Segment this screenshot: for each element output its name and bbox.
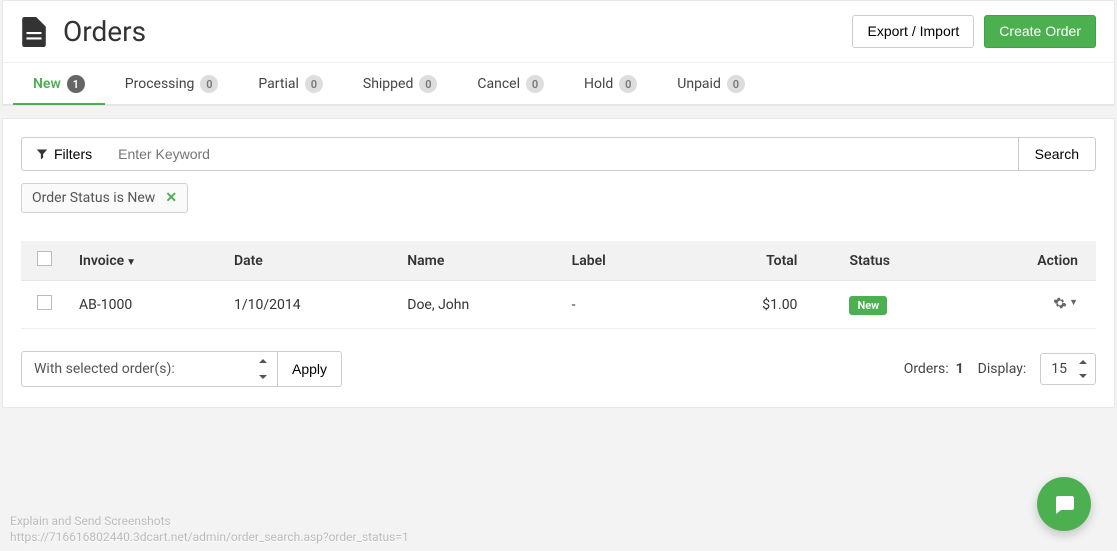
tab-label: Unpaid <box>677 76 721 92</box>
active-filter-chip: Order Status is New ✕ <box>21 183 188 213</box>
tab-count: 0 <box>727 75 745 93</box>
tab-label: Cancel <box>477 76 520 92</box>
apply-button[interactable]: Apply <box>277 351 342 387</box>
tab-label: Hold <box>584 76 613 92</box>
tab-label: Processing <box>125 76 195 92</box>
filters-label: Filters <box>54 146 92 162</box>
col-invoice[interactable]: Invoice▼ <box>67 241 222 281</box>
filter-icon <box>36 148 48 160</box>
tab-partial[interactable]: Partial 0 <box>238 63 342 105</box>
display-count-select[interactable]: 15 <box>1040 353 1096 385</box>
gear-icon <box>1053 296 1067 310</box>
row-actions-menu[interactable]: ▼ <box>1053 296 1078 310</box>
col-date[interactable]: Date <box>222 241 395 281</box>
filter-chip-text: Order Status is New <box>32 190 155 206</box>
tab-processing[interactable]: Processing 0 <box>105 63 239 105</box>
status-badge: New <box>849 296 887 315</box>
cell-name: Doe, John <box>395 281 559 329</box>
search-input[interactable] <box>106 137 1018 171</box>
col-total[interactable]: Total <box>671 241 838 281</box>
status-tabs: New 1 Processing 0 Partial 0 Shipped 0 C… <box>3 63 1114 105</box>
cell-invoice: AB-1000 <box>67 281 222 329</box>
orders-table: Invoice▼ Date Name Label Total Status Ac… <box>21 241 1096 329</box>
tab-unpaid[interactable]: Unpaid 0 <box>657 63 765 105</box>
tab-count: 0 <box>305 75 323 93</box>
tab-label: Partial <box>258 76 298 92</box>
col-label[interactable]: Label <box>560 241 671 281</box>
tab-label: Shipped <box>363 76 413 92</box>
row-checkbox[interactable] <box>37 295 52 310</box>
table-header-row: Invoice▼ Date Name Label Total Status Ac… <box>21 241 1096 281</box>
tab-cancel[interactable]: Cancel 0 <box>457 63 564 105</box>
filters-button[interactable]: Filters <box>21 137 106 171</box>
search-button[interactable]: Search <box>1018 137 1096 171</box>
tab-new[interactable]: New 1 <box>13 63 105 105</box>
tab-count: 0 <box>619 75 637 93</box>
chat-icon <box>1052 492 1076 516</box>
col-status[interactable]: Status <box>837 241 960 281</box>
export-import-button[interactable]: Export / Import <box>852 15 974 48</box>
status-line-1: Explain and Send Screenshots <box>10 513 409 529</box>
col-action: Action <box>961 241 1096 281</box>
tab-count: 0 <box>526 75 544 93</box>
tab-count: 0 <box>419 75 437 93</box>
content-card: Filters Search Order Status is New ✕ Inv… <box>2 118 1115 408</box>
col-name[interactable]: Name <box>395 241 559 281</box>
page-header: Orders Export / Import Create Order <box>3 1 1114 63</box>
status-line-2: https://716616802440.3dcart.net/admin/or… <box>10 529 409 545</box>
caret-down-icon: ▼ <box>1069 297 1078 308</box>
table-row: AB-1000 1/10/2014 Doe, John - $1.00 New … <box>21 281 1096 329</box>
chat-fab[interactable] <box>1037 477 1091 531</box>
tab-count: 0 <box>200 75 218 93</box>
table-footer: With selected order(s): Apply Orders: 1 … <box>21 351 1096 387</box>
search-row: Filters Search <box>21 137 1096 171</box>
cell-date: 1/10/2014 <box>222 281 395 329</box>
page-title: Orders <box>63 15 146 48</box>
cell-label: - <box>560 281 671 329</box>
tab-shipped[interactable]: Shipped 0 <box>343 63 457 105</box>
select-all-checkbox[interactable] <box>37 251 52 266</box>
remove-filter-icon[interactable]: ✕ <box>165 190 177 206</box>
tab-hold[interactable]: Hold 0 <box>564 63 657 105</box>
orders-count-label: Orders: 1 <box>904 361 964 377</box>
tab-count: 1 <box>67 75 85 93</box>
display-label: Display: <box>978 361 1027 377</box>
status-bar: Explain and Send Screenshots https://716… <box>10 513 409 545</box>
create-order-button[interactable]: Create Order <box>984 15 1096 48</box>
cell-total: $1.00 <box>671 281 838 329</box>
sort-desc-icon: ▼ <box>126 257 136 268</box>
document-icon <box>21 17 47 47</box>
bulk-action-select[interactable]: With selected order(s): <box>21 351 277 387</box>
tab-label: New <box>33 76 61 92</box>
